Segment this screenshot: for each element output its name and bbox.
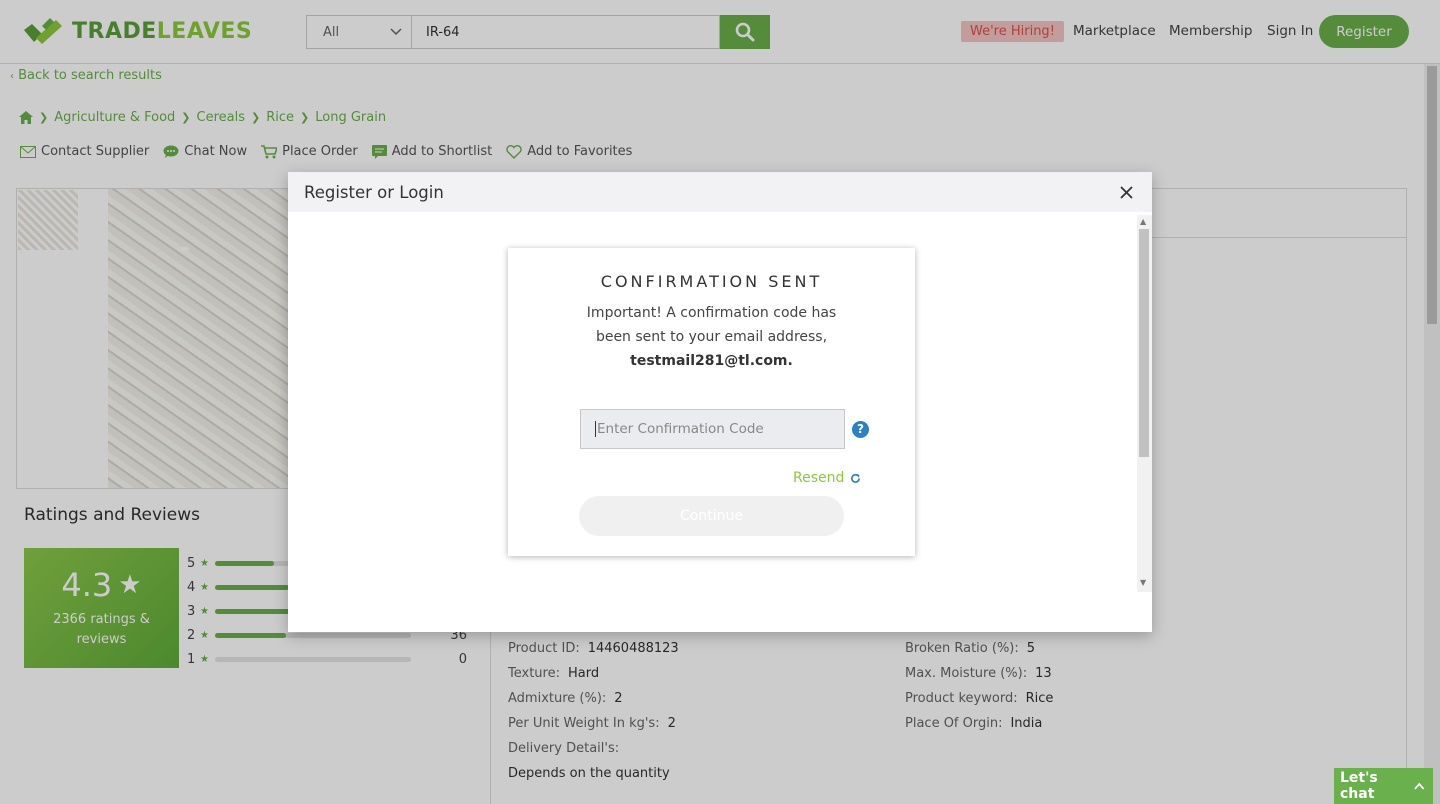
continue-button[interactable]: Continue (579, 496, 844, 536)
confirmation-email: testmail281@tl.com. (630, 353, 793, 369)
resend-label: Resend (793, 470, 845, 486)
modal-title: Register or Login (304, 182, 444, 202)
chat-widget[interactable]: Let's chat (1334, 768, 1433, 804)
scroll-up-icon[interactable]: ▲ (1140, 217, 1146, 226)
chat-widget-label: Let's chat (1340, 770, 1378, 802)
resend-link[interactable]: Resend (793, 470, 861, 486)
close-icon (1119, 185, 1133, 199)
code-input-placeholder: Enter Confirmation Code (597, 421, 764, 437)
close-button[interactable] (1116, 182, 1136, 202)
modal-header: Register or Login (288, 172, 1152, 212)
refresh-icon (851, 473, 861, 483)
scroll-down-icon[interactable]: ▼ (1140, 578, 1146, 587)
register-login-modal: Register or Login CONFIRMATION SENT Impo… (288, 172, 1152, 632)
help-icon[interactable]: ? (852, 421, 869, 438)
text-caret (595, 421, 596, 437)
confirmation-code-input[interactable]: Enter Confirmation Code (580, 409, 845, 449)
card-title: CONFIRMATION SENT (600, 272, 823, 291)
confirmation-message: Important! A confirmation code has been … (586, 305, 837, 345)
confirmation-card: CONFIRMATION SENT Important! A confirmat… (508, 248, 915, 556)
modal-scrollbar-thumb[interactable] (1139, 229, 1149, 457)
modal-scrollbar[interactable]: ▲ ▼ (1137, 215, 1152, 592)
chevron-up-icon (1414, 782, 1425, 790)
